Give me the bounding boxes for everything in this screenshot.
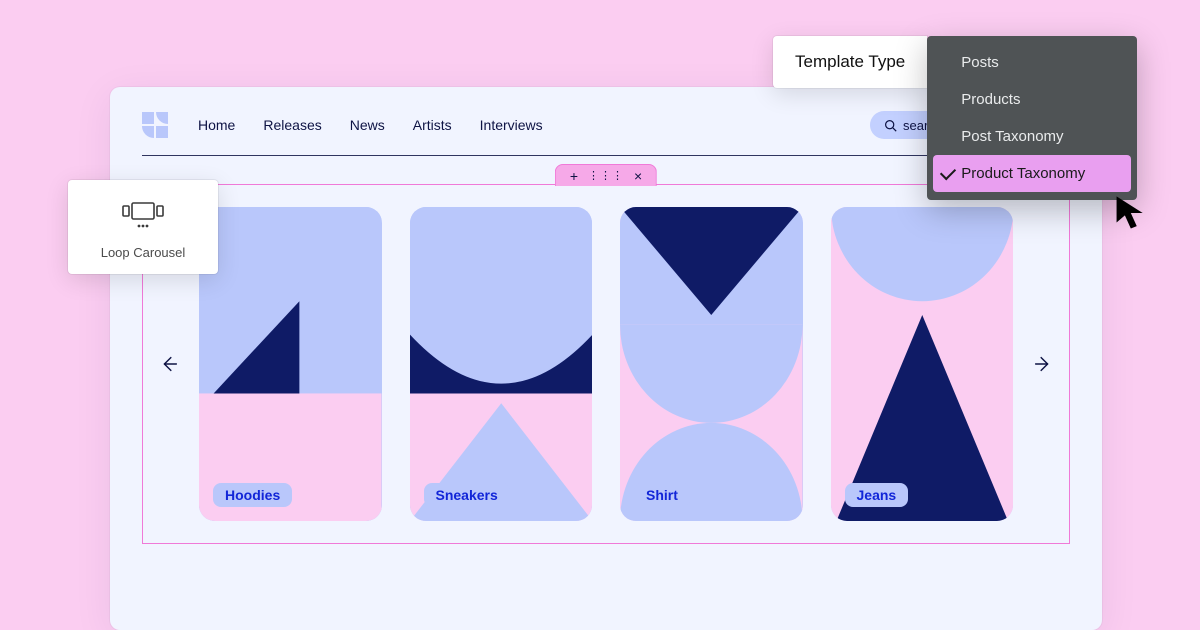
template-option-products[interactable]: Products <box>927 81 1137 118</box>
carousel-card[interactable]: Shirt <box>620 207 803 521</box>
card-art <box>831 207 1014 521</box>
drag-icon[interactable]: ⋮⋮⋮ <box>588 173 624 179</box>
nav-item-news[interactable]: News <box>350 117 385 133</box>
card-label: Shirt <box>634 483 690 507</box>
card-art <box>410 207 593 521</box>
card-label: Hoodies <box>213 483 292 507</box>
template-option-posts[interactable]: Posts <box>927 44 1137 81</box>
card-art <box>199 207 382 521</box>
template-type-menu: Posts Products Post Taxonomy Product Tax… <box>927 36 1137 200</box>
template-type-label: Template Type <box>773 36 927 88</box>
carousel-prev-button[interactable] <box>157 352 181 376</box>
carousel-track: Hoodies Sneakers <box>199 207 1013 521</box>
close-icon[interactable]: × <box>634 169 642 183</box>
template-option-post-taxonomy[interactable]: Post Taxonomy <box>927 118 1137 155</box>
cursor-icon <box>1113 194 1151 232</box>
loop-carousel-icon <box>121 200 165 233</box>
card-label: Jeans <box>845 483 909 507</box>
nav-item-home[interactable]: Home <box>198 117 235 133</box>
carousel-next-button[interactable] <box>1031 352 1055 376</box>
main-nav: Home Releases News Artists Interviews <box>198 117 543 133</box>
widget-card-loop-carousel[interactable]: Loop Carousel <box>68 180 218 274</box>
brand-logo <box>142 112 168 138</box>
carousel-card[interactable]: Sneakers <box>410 207 593 521</box>
carousel-card[interactable]: Jeans <box>831 207 1014 521</box>
template-type-popup: Template Type Posts Products Post Taxono… <box>773 36 1137 200</box>
nav-item-interviews[interactable]: Interviews <box>480 117 543 133</box>
widget-label: Loop Carousel <box>78 245 208 260</box>
template-option-product-taxonomy[interactable]: Product Taxonomy <box>933 155 1131 192</box>
editor-canvas: + ⋮⋮⋮ × Hoodies <box>142 184 1070 544</box>
add-icon[interactable]: + <box>570 169 578 183</box>
section-handle[interactable]: + ⋮⋮⋮ × <box>555 164 657 186</box>
selection-frame: Hoodies Sneakers <box>142 184 1070 544</box>
card-label: Sneakers <box>424 483 510 507</box>
carousel-card[interactable]: Hoodies <box>199 207 382 521</box>
card-art <box>620 207 803 521</box>
nav-item-releases[interactable]: Releases <box>263 117 321 133</box>
nav-item-artists[interactable]: Artists <box>413 117 452 133</box>
